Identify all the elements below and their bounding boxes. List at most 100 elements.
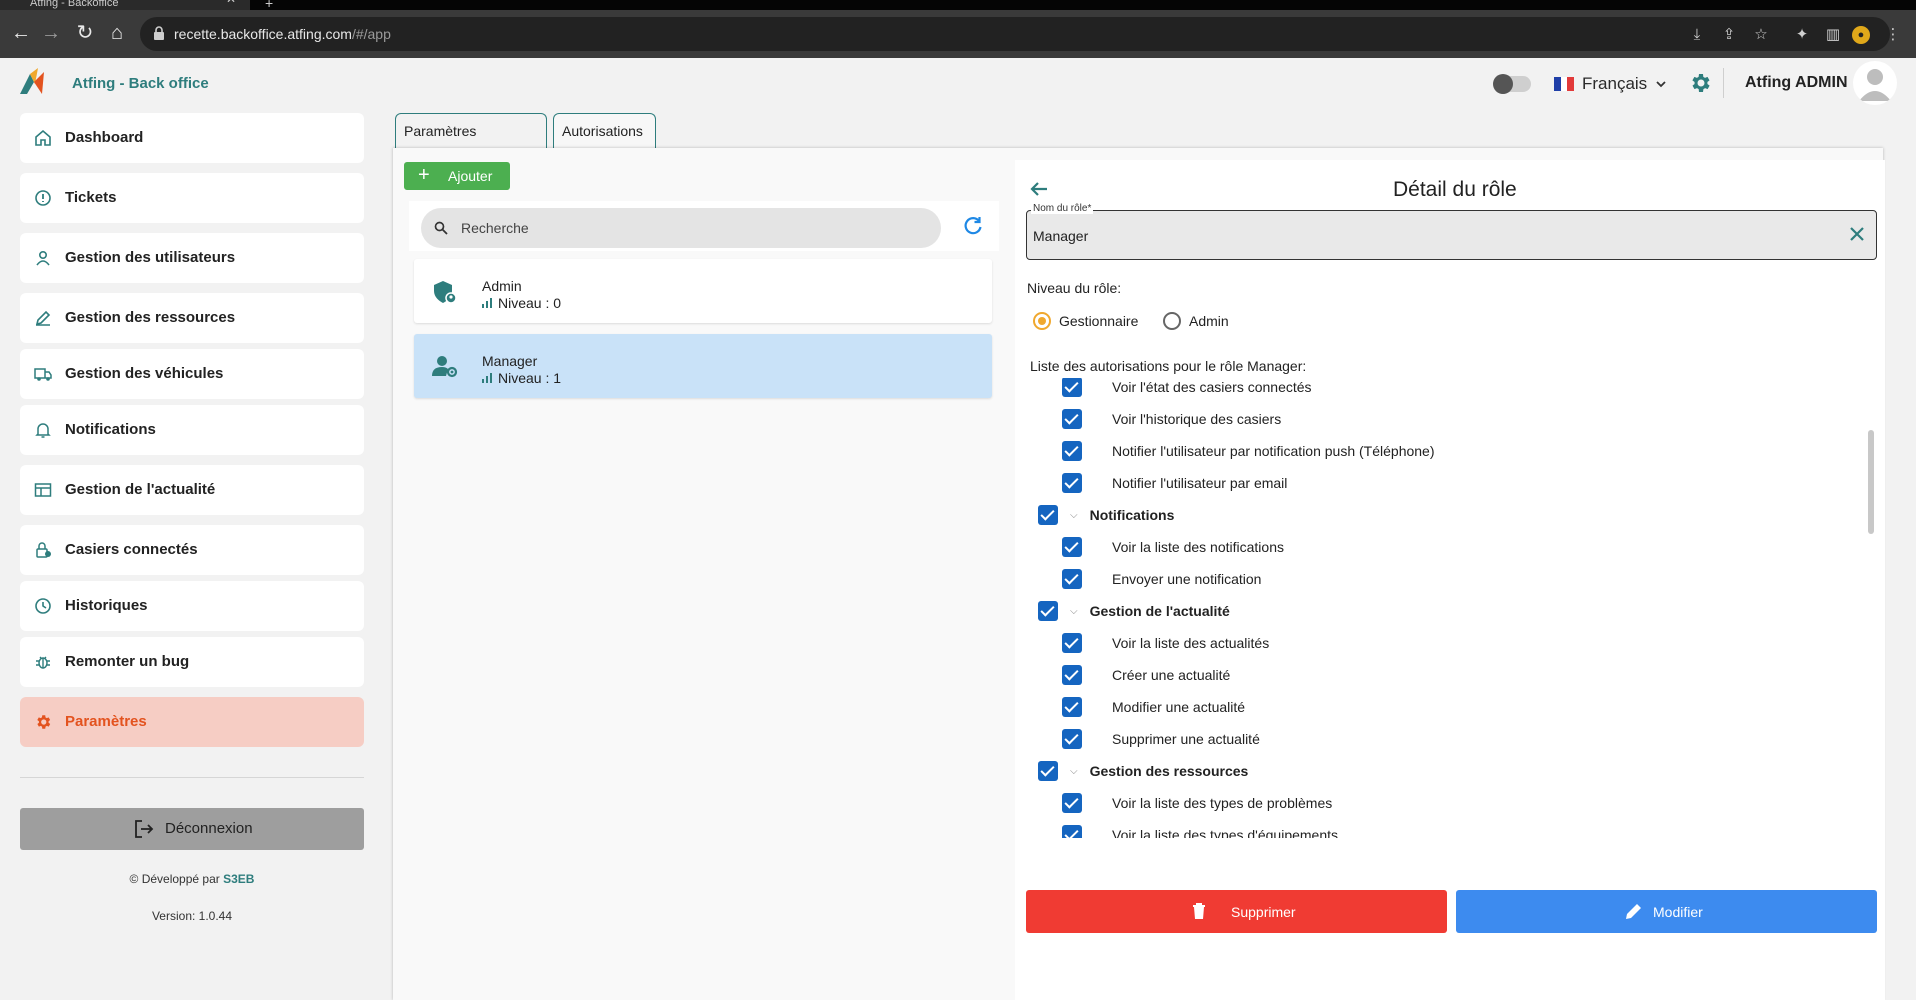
permission-group[interactable]: ⌵ Notifications bbox=[1038, 499, 1174, 531]
checkbox-checked[interactable] bbox=[1038, 505, 1058, 525]
checkbox-checked[interactable] bbox=[1062, 825, 1082, 838]
sidebar-item-report-bug[interactable]: Remonter un bug bbox=[20, 637, 364, 687]
role-card-manager[interactable]: Manager Niveau : 1 bbox=[414, 334, 992, 398]
radio-admin[interactable]: Admin bbox=[1163, 312, 1229, 330]
star-icon[interactable]: ☆ bbox=[1752, 26, 1770, 44]
permission-group[interactable]: ⌵ Gestion des ressources bbox=[1038, 755, 1248, 787]
app-version: Version: 1.0.44 bbox=[151, 909, 233, 923]
app-header: Atfing - Back office Français Atfing ADM… bbox=[0, 58, 1916, 108]
sidebar: Dashboard Tickets Gestion des utilisateu… bbox=[20, 113, 364, 757]
checkbox-checked[interactable] bbox=[1062, 441, 1082, 461]
sidebar-item-dashboard[interactable]: Dashboard bbox=[20, 113, 364, 163]
permission-item[interactable]: Voir l'état des casiers connectés bbox=[1026, 378, 1312, 403]
checkbox-checked[interactable] bbox=[1038, 601, 1058, 621]
chevron-down-icon[interactable]: ⌵ bbox=[1070, 766, 1078, 777]
permission-item[interactable]: Envoyer une notification bbox=[1026, 563, 1261, 595]
sidebar-item-vehicles[interactable]: Gestion des véhicules bbox=[20, 349, 364, 399]
permission-item[interactable]: Voir l'historique des casiers bbox=[1026, 403, 1281, 435]
permission-item[interactable]: Voir la liste des types d'équipements bbox=[1026, 819, 1338, 838]
sidebar-item-notifications[interactable]: Notifications bbox=[20, 405, 364, 455]
signal-bars-icon bbox=[482, 298, 492, 308]
browser-tab-title: Atfing - Backoffice bbox=[30, 0, 119, 9]
avatar[interactable] bbox=[1853, 61, 1897, 105]
home-browser-icon[interactable]: ⌂ bbox=[104, 20, 130, 46]
clock-icon bbox=[35, 598, 51, 614]
permission-item[interactable]: Voir la liste des notifications bbox=[1026, 531, 1284, 563]
info-icon bbox=[35, 190, 51, 206]
role-level: Niveau : 1 bbox=[482, 370, 561, 386]
checkbox-checked[interactable] bbox=[1038, 761, 1058, 781]
language-selector[interactable]: Français bbox=[1554, 72, 1667, 96]
developer-credit: © Développé par S3EB bbox=[129, 872, 255, 886]
browser-tab[interactable]: Atfing - Backoffice ✕ bbox=[0, 0, 250, 10]
permission-group[interactable]: ⌵ Gestion de l'actualité bbox=[1038, 595, 1230, 627]
search-box bbox=[421, 208, 941, 248]
atfing-logo bbox=[20, 68, 44, 94]
permission-item[interactable]: Modifier une actualité bbox=[1026, 691, 1245, 723]
radio-gestionnaire[interactable]: Gestionnaire bbox=[1033, 312, 1138, 330]
extensions-icon[interactable]: ✦ bbox=[1793, 26, 1811, 44]
checkbox-checked[interactable] bbox=[1062, 697, 1082, 717]
gear-icon[interactable] bbox=[1688, 71, 1712, 95]
permission-item[interactable]: Supprimer une actualité bbox=[1026, 723, 1260, 755]
permission-item[interactable]: Notifier l'utilisateur par email bbox=[1026, 467, 1287, 499]
checkbox-checked[interactable] bbox=[1062, 473, 1082, 493]
sidebar-item-users[interactable]: Gestion des utilisateurs bbox=[20, 233, 364, 283]
role-card-admin[interactable]: Admin Niveau : 0 bbox=[414, 259, 992, 323]
checkbox-checked[interactable] bbox=[1062, 633, 1082, 653]
role-name-input[interactable] bbox=[1033, 226, 1793, 246]
scrollbar-thumb[interactable] bbox=[1868, 430, 1874, 534]
bell-icon bbox=[35, 423, 51, 438]
tab-authorizations[interactable]: Autorisations bbox=[553, 113, 656, 149]
trash-icon bbox=[1193, 903, 1205, 919]
checkbox-checked[interactable] bbox=[1062, 569, 1082, 589]
checkbox-checked[interactable] bbox=[1062, 537, 1082, 557]
sidebar-item-resources[interactable]: Gestion des ressources bbox=[20, 293, 364, 343]
back-icon[interactable]: ← bbox=[8, 20, 34, 46]
app-title: Atfing - Back office bbox=[72, 75, 209, 92]
permission-item[interactable]: Voir la liste des types de problèmes bbox=[1026, 787, 1332, 819]
developer-brand[interactable]: S3EB bbox=[223, 872, 254, 886]
checkbox-checked[interactable] bbox=[1062, 409, 1082, 429]
menu-icon[interactable]: ⋮ bbox=[1884, 26, 1902, 44]
profile-icon[interactable]: ● bbox=[1852, 26, 1870, 44]
back-arrow-icon[interactable] bbox=[1028, 178, 1050, 200]
reload-icon[interactable]: ↻ bbox=[72, 20, 98, 46]
search-input[interactable] bbox=[461, 218, 921, 238]
checkbox-checked[interactable] bbox=[1062, 729, 1082, 749]
theme-toggle[interactable] bbox=[1493, 74, 1531, 94]
install-icon[interactable]: ⤓ bbox=[1688, 26, 1706, 44]
lock-icon bbox=[154, 26, 164, 40]
sidebar-item-tickets[interactable]: Tickets bbox=[20, 173, 364, 223]
permission-item[interactable]: Créer une actualité bbox=[1026, 659, 1230, 691]
share-icon[interactable]: ⇪ bbox=[1720, 26, 1738, 44]
checkbox-checked[interactable] bbox=[1062, 665, 1082, 685]
home-icon bbox=[35, 129, 51, 146]
checkbox-checked[interactable] bbox=[1062, 793, 1082, 813]
clear-icon[interactable] bbox=[1847, 224, 1867, 244]
logout-button[interactable]: Déconnexion bbox=[20, 808, 364, 850]
permission-item[interactable]: Voir la liste des actualités bbox=[1026, 627, 1269, 659]
chevron-down-icon[interactable]: ⌵ bbox=[1070, 510, 1078, 521]
tab-general-settings[interactable]: Paramètres généraux bbox=[395, 113, 547, 173]
permissions-list[interactable]: Voir l'état des casiers connectés Voir l… bbox=[1026, 378, 1874, 838]
user-name[interactable]: Atfing ADMIN bbox=[1745, 74, 1848, 92]
forward-icon[interactable]: → bbox=[38, 20, 64, 46]
refresh-icon[interactable] bbox=[962, 215, 984, 237]
pencil-icon bbox=[1626, 904, 1641, 919]
add-role-button[interactable]: + Ajouter bbox=[404, 162, 510, 190]
delete-button[interactable]: Supprimer bbox=[1026, 890, 1447, 933]
sidebar-item-history[interactable]: Historiques bbox=[20, 581, 364, 631]
sidepanel-icon[interactable]: ▥ bbox=[1824, 26, 1842, 44]
radio-circle bbox=[1163, 312, 1181, 330]
permission-item[interactable]: Notifier l'utilisateur par notification … bbox=[1026, 435, 1435, 467]
edit-button[interactable]: Modifier bbox=[1456, 890, 1877, 933]
sidebar-item-lockers[interactable]: Casiers connectés bbox=[20, 525, 364, 575]
sidebar-item-settings[interactable]: Paramètres bbox=[20, 697, 364, 747]
address-bar[interactable]: recette.backoffice.atfing.com/#/app ⤓ ⇪ … bbox=[140, 17, 1901, 51]
checkbox-checked[interactable] bbox=[1062, 378, 1082, 397]
copyright-icon: © bbox=[129, 872, 139, 886]
chevron-down-icon[interactable]: ⌵ bbox=[1070, 606, 1078, 617]
close-tab-icon[interactable]: ✕ bbox=[226, 0, 236, 5]
sidebar-item-news[interactable]: Gestion de l'actualité bbox=[20, 465, 364, 515]
